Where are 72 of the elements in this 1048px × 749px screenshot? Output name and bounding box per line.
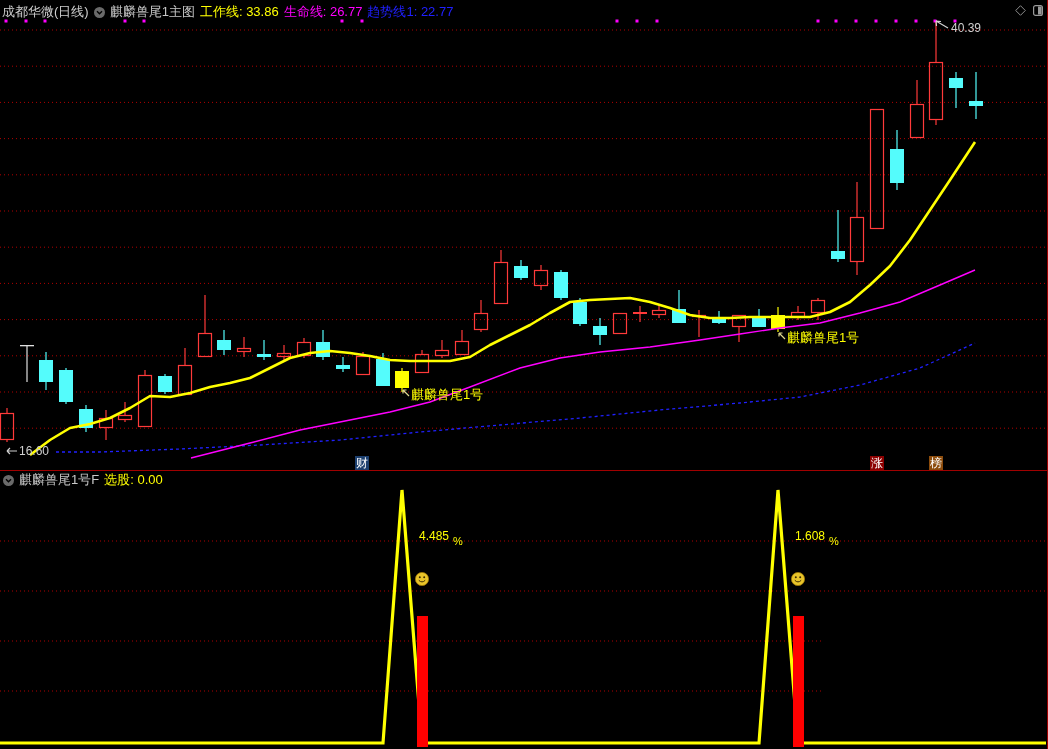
candlestick: [316, 329, 330, 361]
indicator-name: 麒麟兽尾1主图: [109, 4, 195, 20]
arrow-icon: [402, 389, 410, 397]
arrow-icon: [778, 332, 786, 340]
candlestick: [395, 367, 409, 393]
candlestick: [276, 344, 292, 361]
candlestick: [414, 349, 430, 374]
event-tag[interactable]: 涨: [870, 456, 884, 470]
candlestick: [514, 259, 528, 281]
candlestick: [909, 79, 925, 139]
candlestick: [612, 312, 628, 335]
arrow-icon: [935, 20, 949, 29]
percent-unit: %: [453, 535, 463, 547]
candlestick: [573, 297, 587, 327]
arrow-icon: [6, 447, 18, 455]
diamond-icon[interactable]: [1015, 5, 1026, 16]
candlestick: [771, 306, 785, 333]
candlestick: [969, 71, 983, 120]
candlestick: [336, 356, 350, 373]
percent-value: 4.485: [419, 529, 450, 543]
percent-unit: %: [829, 535, 839, 547]
candlestick: [355, 351, 371, 376]
candlestick: [0, 407, 15, 443]
legend-value: 生命线: 26.77: [283, 4, 363, 20]
signal-label: 麒麟兽尾1号: [787, 330, 860, 345]
legend-value: 趋势线1: 22.77: [367, 4, 454, 20]
chevron-down-icon[interactable]: [93, 6, 105, 18]
candlestick: [454, 329, 470, 356]
stock-title: 成都华微(日线): [2, 4, 89, 20]
candlestick: [257, 339, 271, 361]
candlestick: [554, 269, 568, 301]
candlestick: [20, 344, 34, 383]
candlestick: [39, 351, 53, 391]
smiley-icon: [415, 572, 429, 586]
candlestick: [158, 373, 172, 395]
candlestick: [651, 304, 667, 319]
candlestick: [633, 305, 647, 323]
candlestick: [752, 308, 766, 328]
candlestick: [493, 249, 509, 305]
candlestick: [473, 299, 489, 333]
candlestick: [137, 369, 153, 428]
candlestick: [593, 317, 607, 346]
event-tag[interactable]: 财: [355, 456, 369, 470]
smiley-icon: [791, 572, 805, 586]
indicator-name: 麒麟兽尾1号F: [19, 472, 100, 488]
candlestick: [197, 294, 213, 358]
candlestick: [376, 352, 390, 387]
candlestick: [79, 404, 93, 433]
candlestick: [236, 336, 252, 358]
readout-value: 选股: 0.00: [104, 472, 163, 488]
percent-value: 1.608: [795, 529, 826, 543]
candlestick: [117, 401, 133, 423]
candlestick: [831, 209, 845, 263]
candlestick: [217, 329, 231, 356]
candlestick: [533, 264, 549, 291]
legend-value: 工作线: 33.86: [199, 4, 279, 20]
candlestick: [434, 339, 450, 359]
candlestick: [790, 305, 806, 321]
candlestick: [731, 314, 747, 343]
panel-toggle-icon[interactable]: [1033, 5, 1043, 16]
candlestick: [98, 409, 114, 441]
chevron-down-icon[interactable]: [3, 474, 14, 486]
candlestick: [949, 71, 963, 109]
candlestick: [672, 289, 686, 324]
event-tag[interactable]: 榜: [929, 456, 943, 470]
candlestick: [177, 347, 193, 396]
candlestick: [296, 337, 312, 359]
candlestick: [890, 129, 904, 191]
high-price-label: 40.39: [951, 21, 982, 35]
candlestick: [59, 367, 73, 405]
candlestick: [810, 297, 826, 321]
candlestick: [712, 310, 726, 325]
